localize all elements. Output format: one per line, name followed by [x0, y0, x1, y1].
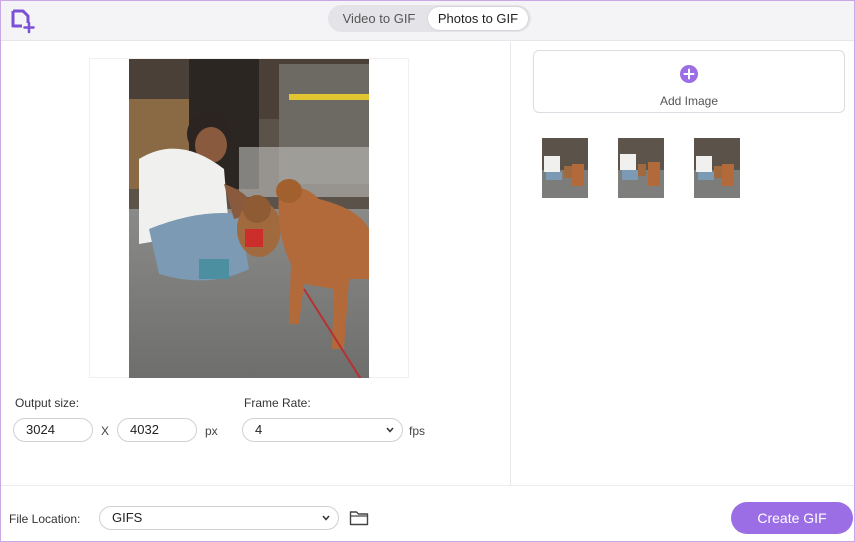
frame-rate-unit: fps	[409, 424, 426, 438]
plus-circle-icon	[680, 65, 698, 83]
thumbnail-image	[694, 138, 740, 198]
height-input[interactable]: 4032	[117, 418, 197, 442]
thumbnail-image	[542, 138, 588, 198]
frame-rate-value: 4	[255, 422, 263, 437]
app-logo-icon[interactable]	[10, 8, 36, 34]
size-unit: px	[205, 424, 218, 438]
file-location-label: File Location:	[9, 512, 81, 526]
file-location-select[interactable]: GIFS	[99, 506, 339, 530]
image-thumbnail-3[interactable]	[687, 132, 747, 200]
thumbnail-image	[618, 138, 664, 198]
create-gif-button[interactable]: Create GIF	[731, 502, 853, 534]
footer-divider	[1, 485, 854, 486]
tab-video-to-gif[interactable]: Video to GIF	[330, 7, 428, 30]
editor-pane: Output size: 3024 X 4032 px Frame Rate: …	[1, 42, 510, 485]
width-input[interactable]: 3024	[13, 418, 93, 442]
output-size-label: Output size:	[15, 396, 80, 410]
folder-icon[interactable]	[349, 509, 369, 526]
image-thumbnail-2[interactable]	[611, 132, 671, 200]
chevron-down-icon	[386, 427, 394, 433]
file-location-value: GIFS	[112, 510, 143, 525]
frame-rate-select[interactable]: 4	[242, 418, 403, 442]
add-image-button[interactable]: Add Image	[533, 50, 845, 113]
chevron-down-icon	[322, 515, 330, 521]
image-thumbnail-1[interactable]	[535, 132, 595, 200]
frame-rate-label: Frame Rate:	[244, 396, 311, 410]
preview-image	[129, 59, 369, 378]
header-bar: Video to GIF Photos to GIF	[1, 1, 854, 41]
app-window: Video to GIF Photos to GIF Output size: …	[0, 0, 855, 542]
pane-divider	[510, 42, 511, 485]
size-separator: X	[101, 424, 110, 438]
tab-photos-to-gif[interactable]: Photos to GIF	[428, 7, 528, 30]
add-image-label: Add Image	[659, 94, 719, 108]
mode-switch: Video to GIF Photos to GIF	[328, 5, 531, 32]
preview-frame	[89, 58, 409, 378]
